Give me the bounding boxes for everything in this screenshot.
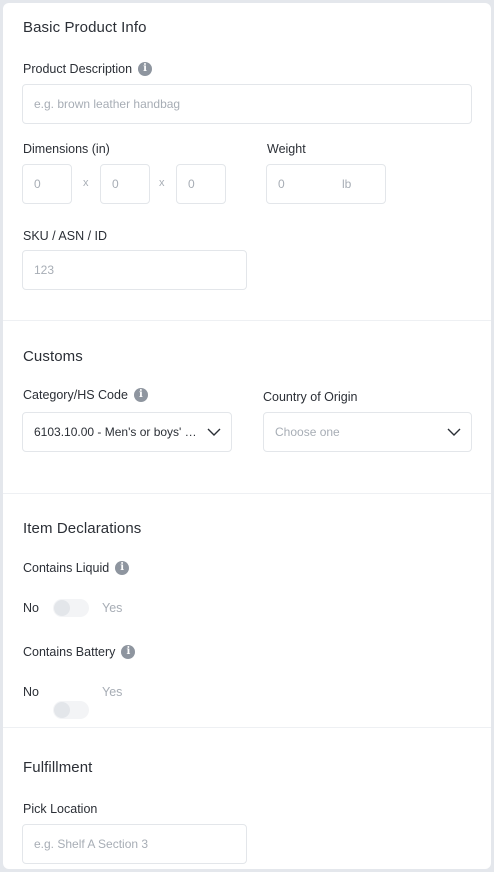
battery-label: Contains Battery i — [23, 645, 136, 659]
country-placeholder: Choose one — [275, 425, 340, 439]
dimension-length-input[interactable]: 0 — [22, 164, 72, 204]
basic-info-title: Basic Product Info — [23, 19, 147, 36]
dimensions-label: Dimensions (in) — [23, 142, 110, 156]
sku-label-text: SKU / ASN / ID — [23, 229, 108, 243]
product-description-input[interactable]: e.g. brown leather handbag — [22, 84, 472, 124]
battery-toggle[interactable] — [53, 701, 89, 719]
section-divider — [3, 727, 491, 728]
country-label: Country of Origin — [263, 390, 357, 404]
info-icon[interactable]: i — [121, 645, 136, 659]
toggle-knob — [54, 600, 70, 616]
liquid-no-label: No — [23, 601, 39, 615]
battery-yes-label: Yes — [102, 685, 123, 699]
fulfillment-title: Fulfillment — [23, 759, 93, 776]
weight-input[interactable]: 0 lb — [266, 164, 386, 204]
chevron-down-icon — [437, 428, 471, 437]
product-description-label: Product Description i — [23, 62, 153, 76]
weight-label-text: Weight — [267, 142, 306, 156]
product-description-placeholder: e.g. brown leather handbag — [34, 97, 181, 111]
product-form-card: Basic Product Info Product Description i… — [3, 3, 491, 869]
battery-no-label: No — [23, 685, 39, 699]
sku-placeholder: 123 — [34, 263, 55, 277]
chevron-down-icon — [197, 428, 231, 437]
dimension-height-input[interactable]: 0 — [176, 164, 226, 204]
country-label-text: Country of Origin — [263, 390, 358, 404]
category-selected-value: 6103.10.00 - Men's or boys' suits — [34, 425, 197, 439]
category-label: Category/HS Code i — [23, 388, 148, 402]
customs-title: Customs — [23, 348, 83, 365]
dimension-width-input[interactable]: 0 — [100, 164, 150, 204]
product-description-label-text: Product Description — [23, 62, 133, 76]
section-divider — [3, 493, 491, 494]
weight-label: Weight — [267, 142, 306, 156]
section-divider — [3, 320, 491, 321]
info-icon[interactable]: i — [138, 62, 153, 76]
category-label-text: Category/HS Code — [23, 388, 128, 402]
weight-unit: lb — [342, 177, 352, 191]
liquid-label-text: Contains Liquid — [23, 561, 110, 575]
dimension-separator: x — [159, 177, 165, 189]
pick-location-placeholder: e.g. Shelf A Section 3 — [34, 837, 149, 851]
liquid-yes-label: Yes — [102, 601, 123, 615]
country-select[interactable]: Choose one — [263, 412, 472, 452]
info-icon[interactable]: i — [115, 561, 130, 575]
dimension-height-value: 0 — [188, 177, 195, 191]
liquid-toggle[interactable] — [53, 599, 89, 617]
sku-label: SKU / ASN / ID — [23, 229, 107, 243]
pick-location-label: Pick Location — [23, 802, 97, 816]
declarations-title: Item Declarations — [23, 520, 142, 537]
info-icon[interactable]: i — [133, 388, 148, 402]
pick-location-label-text: Pick Location — [23, 802, 98, 816]
battery-label-text: Contains Battery — [23, 645, 116, 659]
category-select[interactable]: 6103.10.00 - Men's or boys' suits — [22, 412, 232, 452]
pick-location-input[interactable]: e.g. Shelf A Section 3 — [22, 824, 247, 864]
dimension-width-value: 0 — [112, 177, 119, 191]
sku-input[interactable]: 123 — [22, 250, 247, 290]
toggle-knob — [54, 702, 70, 718]
liquid-label: Contains Liquid i — [23, 561, 130, 575]
dimension-length-value: 0 — [34, 177, 41, 191]
weight-value: 0 — [278, 177, 285, 191]
dimension-separator: x — [83, 177, 89, 189]
dimensions-label-text: Dimensions (in) — [23, 142, 110, 156]
